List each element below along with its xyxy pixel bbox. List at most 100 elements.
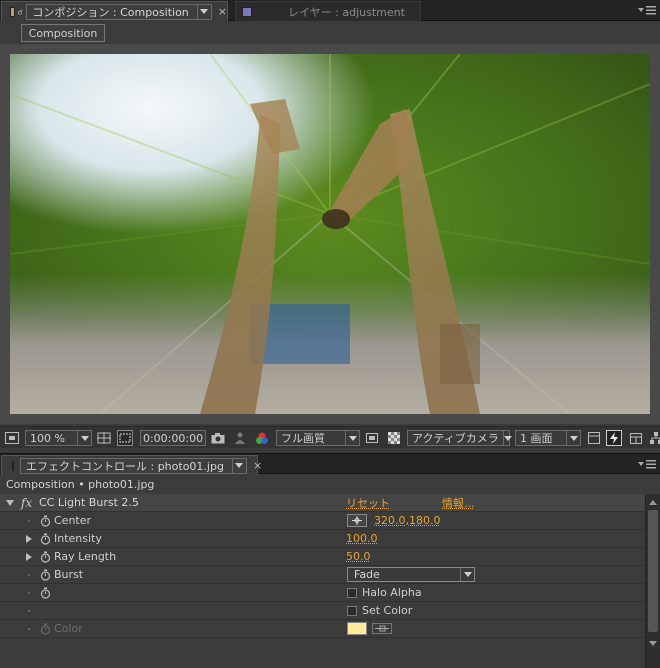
crosshair-point-icon[interactable] [347,514,367,527]
row-dot [28,628,30,630]
effect-controls-breadcrumb: Composition • photo01.jpg [0,475,660,493]
always-preview-icon[interactable] [4,430,20,446]
fx-toggle-icon[interactable]: fx [21,496,32,510]
zoom-dropdown[interactable]: 100 % [25,430,92,446]
zoom-value: 100 % [26,432,69,445]
viewer-toolbar: 100 % 0:00:00:00 フル画質 アクティブカメラ 1 画面 [0,426,660,448]
property-name-intensity: Intensity [54,532,102,545]
composition-image [10,54,650,414]
effect-controls-scrollbar[interactable] [645,494,660,668]
row-dot [28,574,30,576]
composition-navigator: Composition [0,22,660,44]
tab-effect-controls[interactable]: エフェクトコントロール : photo01.jpg × [1,455,258,475]
property-name-color: Color [54,622,83,635]
chevron-down-icon[interactable] [77,431,91,445]
views-value: 1 画面 [516,430,557,446]
effect-name: CC Light Burst 2.5 [39,496,139,509]
empty-list-area [0,639,645,668]
effect-controls-tabbar: エフェクトコントロール : photo01.jpg × [0,453,660,474]
twirl-closed-icon[interactable] [26,553,32,561]
reset-link[interactable]: リセット [346,495,390,511]
property-row-set-color: Set Color [0,602,645,620]
stopwatch-icon[interactable] [40,533,51,545]
composition-name-dropdown[interactable]: コンポジション : Composition [26,4,211,20]
stopwatch-icon[interactable] [40,587,51,599]
intensity-value[interactable]: 100.0 [346,532,378,545]
resolution-dropdown[interactable]: フル画質 [276,430,360,446]
property-row-center: Center 320.0,180.0 [0,512,645,530]
row-dot [28,610,30,612]
row-dot [28,520,30,522]
center-value[interactable]: 320.0,180.0 [374,514,440,527]
property-row-burst: Burst Fade [0,566,645,584]
property-name-ray-length: Ray Length [54,550,116,563]
burst-value: Fade [348,568,380,581]
camera-value: アクティブカメラ [408,430,503,446]
stopwatch-icon[interactable] [40,515,51,527]
chevron-down-icon[interactable] [566,431,580,445]
property-row-color: Color [0,620,645,638]
set-color-checkbox[interactable] [347,606,357,616]
property-name-burst: Burst [54,568,83,581]
burst-dropdown[interactable]: Fade [347,567,475,582]
property-row-intensity: Intensity 100.0 [0,530,645,548]
property-name-center: Center [54,514,91,527]
resolution-value: フル画質 [277,430,329,446]
halo-alpha-checkbox[interactable] [347,588,357,598]
chevron-down-icon[interactable] [460,568,474,581]
stopwatch-icon[interactable] [40,551,51,563]
scroll-thumb[interactable] [648,510,658,632]
eyedropper-icon[interactable] [372,623,392,634]
scroll-up-icon[interactable] [649,500,657,505]
toggle-mask-icon[interactable] [117,430,133,446]
flowchart-icon[interactable] [648,430,660,446]
color-swatch[interactable] [347,622,367,635]
channel-rgb-icon[interactable] [254,430,270,446]
transparency-grid-icon[interactable] [386,430,402,446]
show-snapshot-icon[interactable] [232,430,248,446]
composition-panel-tabbar: コンポジション : Composition × レイヤー : adjustmen… [0,0,660,21]
fast-previews-icon[interactable] [606,430,622,446]
effect-row-cc-light-burst[interactable]: fx CC Light Burst 2.5 リセット 情報... [0,494,645,512]
current-time-field[interactable]: 0:00:00:00 [140,430,206,446]
set-color-label: Set Color [362,604,412,617]
tab-layer[interactable]: レイヤー : adjustment [235,1,421,21]
property-row-ray-length: Ray Length 50.0 [0,548,645,566]
row-dot [28,592,30,594]
chevron-down-icon[interactable] [197,5,211,19]
viewer-frame[interactable] [10,54,650,414]
stopwatch-icon[interactable] [40,569,51,581]
title-safe-grid-icon[interactable] [96,430,112,446]
twirl-closed-icon[interactable] [26,535,32,543]
view-layout-dropdown[interactable]: 1 画面 [515,430,581,446]
unlock-icon[interactable] [18,6,23,18]
effect-controls-list: fx CC Light Burst 2.5 リセット 情報... Center … [0,494,645,668]
region-of-interest-icon[interactable] [364,430,380,446]
composition-button[interactable]: Composition [21,24,105,42]
effect-controls-layer-dropdown[interactable]: エフェクトコントロール : photo01.jpg [20,458,247,474]
panel-menu-icon[interactable] [630,3,656,17]
camera-snapshot-icon[interactable] [210,430,226,446]
ray-length-value[interactable]: 50.0 [346,550,371,563]
close-icon[interactable]: × [218,5,227,18]
about-link[interactable]: 情報... [442,495,475,511]
label-color-swatch [10,7,15,17]
scroll-down-icon[interactable] [649,641,657,646]
camera-view-dropdown[interactable]: アクティブカメラ [407,430,510,446]
layer-tab-label: レイヤー : adjustment [288,4,405,20]
chevron-down-icon[interactable] [232,459,246,473]
toggle-pixel-aspect-icon[interactable] [586,430,602,446]
timeline-icon[interactable] [628,430,644,446]
composition-viewer[interactable] [0,44,660,424]
panel-menu-icon[interactable] [630,457,656,471]
tab-composition[interactable]: コンポジション : Composition × [1,1,228,21]
twirl-open-icon[interactable] [6,500,14,506]
effect-controls-tab-label: エフェクトコントロール : photo01.jpg [21,458,232,474]
composition-tab-label: コンポジション : Composition [27,4,196,20]
layer-color-swatch [12,461,14,471]
close-icon[interactable]: × [253,459,262,472]
timecode: 0:00:00:00 [139,432,207,445]
chevron-down-icon[interactable] [503,431,512,445]
property-row-halo-alpha: Halo Alpha [0,584,645,602]
chevron-down-icon[interactable] [345,431,359,445]
